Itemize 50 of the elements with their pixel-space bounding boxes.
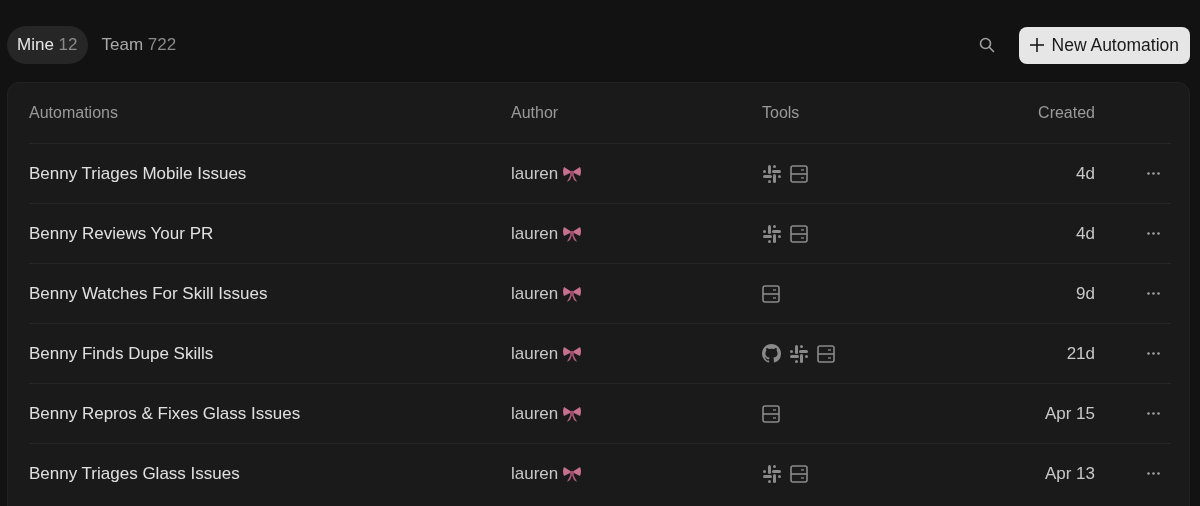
server-icon: [790, 464, 808, 483]
automation-name[interactable]: Benny Finds Dupe Skills: [29, 343, 511, 364]
ellipsis-icon: [1147, 472, 1160, 475]
automation-name[interactable]: Benny Reviews Your PR: [29, 223, 511, 244]
server-icon: [762, 284, 780, 303]
bow-icon: [562, 344, 583, 363]
column-header: Author: [511, 104, 559, 122]
automation-name[interactable]: Benny Triages Glass Issues: [29, 463, 511, 484]
bow-icon: [562, 224, 583, 243]
server-icon: [790, 164, 808, 183]
created-date: 4d: [1076, 223, 1095, 244]
hash-icon: [762, 223, 782, 244]
automation-name[interactable]: Benny Watches For Skill Issues: [29, 283, 511, 304]
bow-icon: [562, 464, 583, 483]
server-icon: [762, 404, 780, 423]
hash-icon: [762, 463, 782, 484]
server-icon: [790, 224, 808, 243]
automation-name[interactable]: Benny Repros & Fixes Glass Issues: [29, 403, 511, 424]
ellipsis-icon: [1147, 232, 1160, 235]
author-name: lauren: [511, 403, 559, 424]
bow-icon: [562, 284, 583, 303]
ellipsis-icon: [1147, 412, 1160, 415]
hash-icon: [762, 163, 782, 184]
author-name: lauren: [511, 343, 559, 364]
author-name: lauren: [511, 223, 559, 244]
column-header: Created: [1038, 104, 1095, 122]
server-icon: [817, 344, 835, 363]
plus-icon: [1028, 37, 1045, 53]
created-date: Apr 13: [1044, 463, 1095, 484]
bow-icon: [562, 164, 583, 183]
created-date: 9d: [1076, 283, 1095, 304]
bow-icon: [562, 404, 583, 423]
author-name: lauren: [511, 283, 559, 304]
created-date: 4d: [1076, 163, 1095, 184]
ellipsis-icon: [1147, 292, 1160, 295]
column-header: Automations: [29, 104, 118, 122]
filter-tab[interactable]: Mine 12: [7, 26, 88, 64]
hash-icon: [789, 343, 809, 364]
created-date: 21d: [1066, 343, 1095, 364]
created-date: Apr 15: [1044, 403, 1095, 424]
automation-name[interactable]: Benny Triages Mobile Issues: [29, 163, 511, 184]
new-automation-button[interactable]: New Automation: [1018, 26, 1190, 64]
github-icon: [762, 344, 781, 363]
ellipsis-icon: [1147, 172, 1160, 175]
author-name: lauren: [511, 463, 559, 484]
author-name: lauren: [511, 163, 559, 184]
search-icon: [978, 37, 995, 53]
ellipsis-icon: [1147, 352, 1160, 355]
filter-tab[interactable]: Team 722: [91, 26, 187, 64]
column-header: Tools: [762, 104, 800, 122]
